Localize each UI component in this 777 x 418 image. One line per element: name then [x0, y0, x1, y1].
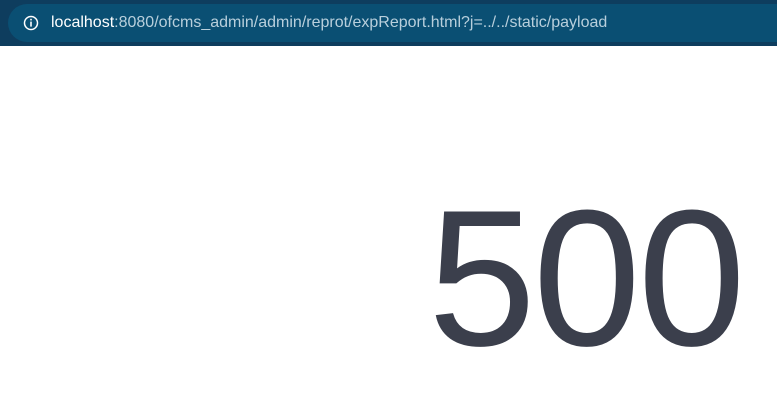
info-icon[interactable] — [23, 15, 39, 31]
url-path: :8080/ofcms_admin/admin/reprot/expReport… — [114, 14, 608, 31]
page-content: 500 — [0, 46, 777, 418]
url-text[interactable]: localhost:8080/ofcms_admin/admin/reprot/… — [51, 15, 607, 31]
error-code: 500 — [428, 170, 746, 387]
address-bar[interactable]: localhost:8080/ofcms_admin/admin/reprot/… — [8, 4, 777, 42]
browser-toolbar: localhost:8080/ofcms_admin/admin/reprot/… — [0, 0, 777, 46]
url-host: localhost — [51, 14, 115, 31]
